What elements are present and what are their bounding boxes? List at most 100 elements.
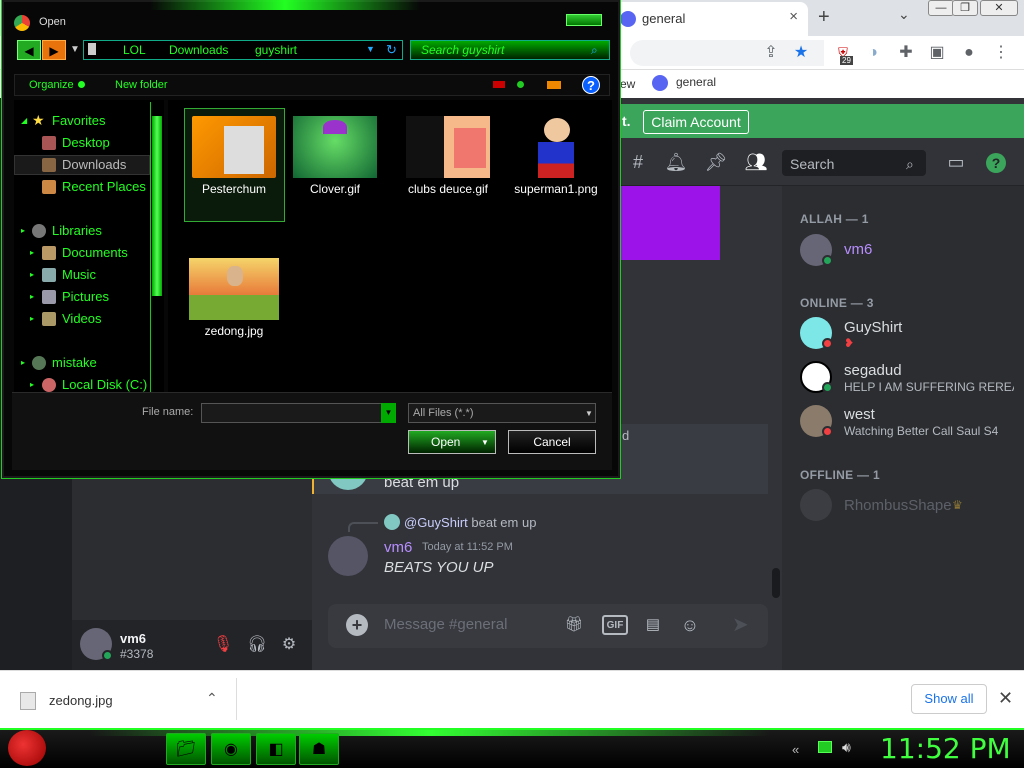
member-name[interactable]: RhombusShape <box>844 497 952 514</box>
help-icon[interactable]: ? <box>582 76 600 94</box>
nav-downloads[interactable]: Downloads <box>14 155 150 175</box>
breadcrumb-downloads[interactable]: Downloads <box>169 43 228 57</box>
expand-triangle-icon[interactable]: ▸ <box>30 380 34 389</box>
new-tab-button[interactable]: + <box>818 6 830 29</box>
preview-pane-icon[interactable] <box>547 81 561 89</box>
headphones-icon[interactable]: 🎧︎ <box>246 634 268 656</box>
inbox-icon[interactable]: ▭ <box>944 152 968 174</box>
bookmark-general[interactable]: general <box>652 75 716 91</box>
sticker-icon[interactable]: ▤ <box>641 614 665 636</box>
image-attachment[interactable] <box>620 186 720 260</box>
nav-favorites[interactable]: ◢ ★ Favorites <box>14 111 150 131</box>
nav-videos[interactable]: ▸ Videos <box>14 309 150 329</box>
reply-avatar[interactable] <box>384 514 400 530</box>
expand-triangle-icon[interactable]: ▸ <box>30 248 34 257</box>
expand-triangle-icon[interactable]: ▸ <box>21 226 25 235</box>
message-avatar[interactable] <box>328 536 368 576</box>
chat-scrollbar[interactable] <box>772 568 780 598</box>
file-item-clover[interactable]: Clover.gif <box>285 108 385 222</box>
member-name[interactable]: GuyShirt <box>844 319 902 336</box>
chrome-menu-icon[interactable]: ⋮ <box>990 42 1012 64</box>
cancel-button[interactable]: Cancel <box>508 430 596 454</box>
view-options-icon[interactable] <box>493 81 505 88</box>
file-name-dropdown-icon[interactable]: ▼ <box>381 403 396 423</box>
refresh-icon[interactable]: ↻ <box>386 42 397 58</box>
nav-pictures[interactable]: ▸ Pictures <box>14 287 150 307</box>
download-filename[interactable]: zedong.jpg <box>49 693 113 708</box>
view-dropdown-icon[interactable] <box>517 81 524 88</box>
bookmark-view[interactable]: ew <box>620 77 635 91</box>
gift-icon[interactable]: 🎁︎ <box>562 614 586 636</box>
new-folder-button[interactable]: New folder <box>115 79 168 91</box>
mute-microphone-icon[interactable]: 🎙︎ <box>212 634 234 656</box>
expand-triangle-icon[interactable]: ▸ <box>30 292 34 301</box>
tray-battery-icon[interactable] <box>818 741 832 753</box>
member-name[interactable]: vm6 <box>844 241 872 258</box>
file-name-input[interactable] <box>201 403 396 423</box>
chevron-up-icon[interactable]: ⌃ <box>206 690 218 707</box>
nav-documents[interactable]: ▸ Documents <box>14 243 150 263</box>
extensions-puzzle-icon[interactable]: ✚ <box>895 42 917 64</box>
pin-icon[interactable]: 📌︎ <box>704 152 728 174</box>
member-name[interactable]: segadud <box>844 362 902 379</box>
tray-overflow-icon[interactable]: « <box>792 742 799 757</box>
reply-preview[interactable]: @GuyShirt beat em up <box>404 515 536 530</box>
nav-music[interactable]: ▸ Music <box>14 265 150 285</box>
file-item-superman[interactable]: superman1.png <box>506 108 606 222</box>
close-icon[interactable]: ✕ <box>998 688 1013 709</box>
breadcrumb-guyshirt[interactable]: guyshirt <box>255 43 297 57</box>
nav-scroll-thumb[interactable] <box>152 116 162 296</box>
send-icon[interactable]: ➤ <box>732 612 749 637</box>
expand-triangle-icon[interactable]: ◢ <box>21 116 27 125</box>
minimize-button[interactable]: — <box>928 0 954 16</box>
nav-desktop[interactable]: Desktop <box>14 133 150 153</box>
forward-arrow-icon[interactable]: ▶ <box>42 40 66 60</box>
tray-volume-icon[interactable]: 🔊︎ <box>842 739 851 756</box>
breadcrumb-lol[interactable]: LOL <box>123 43 146 57</box>
nav-mistake[interactable]: ▸ mistake <box>14 353 150 373</box>
dialog-search-input[interactable]: Search guyshirt ⌕ <box>410 40 610 60</box>
expand-triangle-icon[interactable]: ▸ <box>21 358 25 367</box>
back-arrow-icon[interactable]: ◀ <box>17 40 41 60</box>
expand-triangle-icon[interactable]: ▸ <box>30 314 34 323</box>
nav-libraries[interactable]: ▸ Libraries <box>14 221 150 241</box>
dialog-close-button[interactable] <box>566 14 602 26</box>
share-icon[interactable]: ⇪ <box>760 42 782 64</box>
taskbar-clock[interactable]: 11:52 PM <box>880 732 1011 765</box>
emoji-icon[interactable]: ☺ <box>678 614 702 636</box>
claim-account-button[interactable]: Claim Account <box>643 110 749 134</box>
chevron-down-icon[interactable]: ▼ <box>481 438 489 447</box>
file-item-zedong[interactable]: zedong.jpg <box>184 252 284 346</box>
tab-search-icon[interactable]: ⌄ <box>898 6 910 23</box>
taskbar-app-icon[interactable]: ☗ <box>299 733 339 765</box>
show-all-button[interactable]: Show all <box>911 684 987 714</box>
file-item-clubs-deuce[interactable]: clubs deuce.gif <box>398 108 498 222</box>
message-author[interactable]: vm6 <box>384 539 412 556</box>
maximize-button[interactable]: ❐ <box>952 0 978 16</box>
settings-gear-icon[interactable]: ⚙ <box>278 634 300 656</box>
chrome-tab-general[interactable]: general × <box>612 2 808 36</box>
address-dropdown-icon[interactable]: ▼ <box>366 44 375 54</box>
file-item-pesterchum[interactable]: Pesterchum <box>184 108 284 222</box>
nav-recent-places[interactable]: Recent Places <box>14 177 150 197</box>
extension-flag-icon[interactable]: ◑ <box>862 42 884 64</box>
recent-locations-chevron-icon[interactable]: ▼ <box>70 44 80 55</box>
profile-icon[interactable]: ● <box>958 42 980 64</box>
organize-dropdown-icon[interactable] <box>78 81 85 88</box>
taskbar-pesterchum-icon[interactable]: ◧ <box>256 733 296 765</box>
member-name[interactable]: west <box>844 406 875 423</box>
organize-menu[interactable]: Organize <box>29 79 74 91</box>
expand-triangle-icon[interactable]: ▸ <box>30 270 34 279</box>
taskbar-chrome-icon[interactable]: ◉ <box>211 733 251 765</box>
gif-button[interactable]: GIF <box>602 615 628 635</box>
open-button[interactable]: Open ▼ <box>408 430 496 454</box>
tab-close-icon[interactable]: × <box>789 8 798 25</box>
file-type-select[interactable]: All Files (*.*) ▼ <box>408 403 596 423</box>
bookmark-star-icon[interactable]: ★ <box>790 42 812 64</box>
discord-search-input[interactable]: Search ⌕ <box>782 150 926 176</box>
window-close-button[interactable]: ✕ <box>980 0 1018 16</box>
member-list-icon[interactable]: 👥︎ <box>744 152 768 174</box>
upload-plus-icon[interactable]: + <box>346 614 368 636</box>
threads-icon[interactable]: # <box>626 152 650 174</box>
taskbar-explorer-icon[interactable]: 📁︎ <box>166 733 206 765</box>
